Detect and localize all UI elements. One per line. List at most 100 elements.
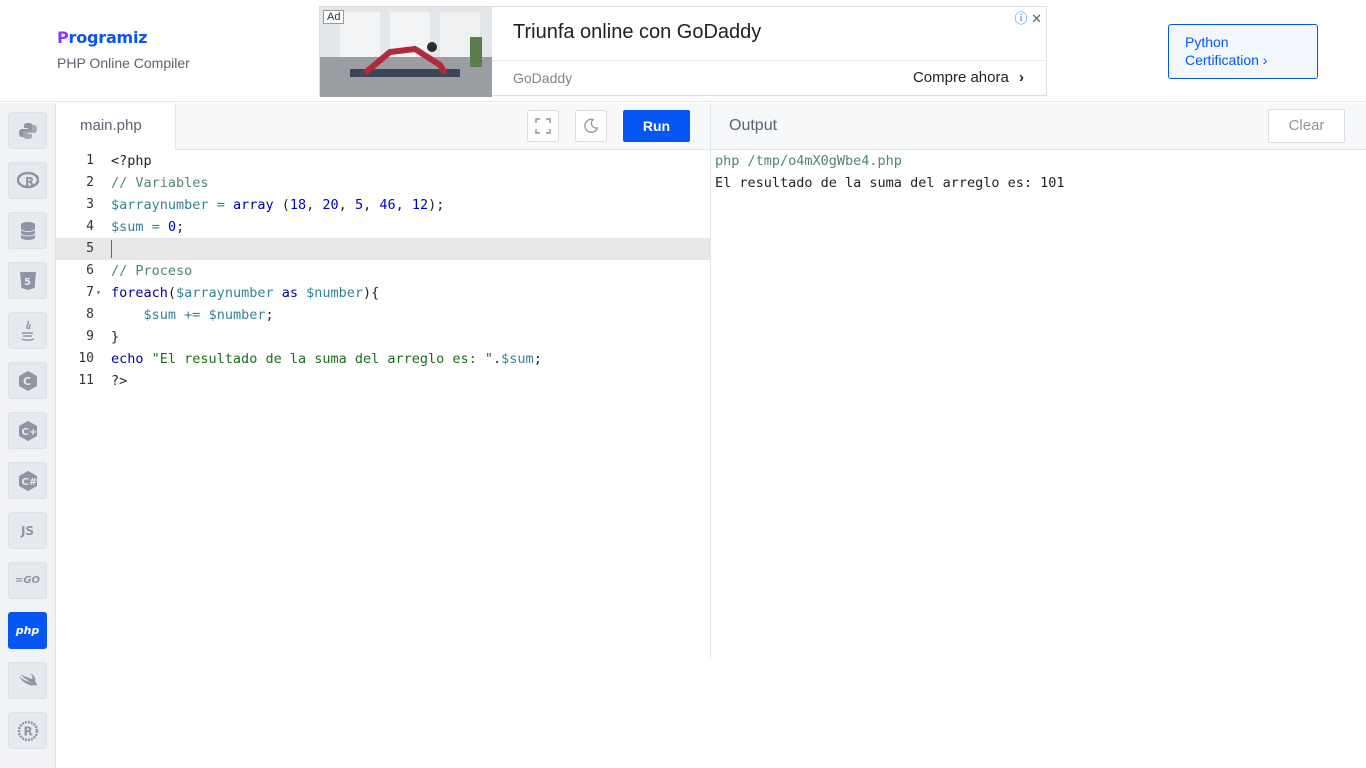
ad-label: Ad <box>323 10 345 24</box>
database-icon <box>20 221 35 240</box>
line-number: 3 <box>86 197 94 212</box>
fullscreen-icon <box>535 118 551 134</box>
cpp-icon: C+ <box>18 420 37 441</box>
html-language-button[interactable]: 5 <box>8 262 47 299</box>
code-line[interactable]: 10 echo "El resultado de la suma del arre… <box>56 348 710 370</box>
ad-cta-button[interactable]: Compre ahora › <box>913 69 1024 86</box>
ad-banner[interactable]: Ad Triunfa online con GoDaddy GoDaddy Co… <box>319 6 1047 97</box>
line-number: 1 <box>86 153 94 168</box>
swift-language-button[interactable] <box>8 662 47 699</box>
line-number: 5 <box>86 241 94 256</box>
php-language-button[interactable]: php <box>8 612 47 649</box>
svg-text:R: R <box>25 175 34 189</box>
moon-icon <box>584 118 599 133</box>
csharp-language-button[interactable]: C# <box>8 462 47 499</box>
svg-text:C: C <box>23 375 31 388</box>
code-line[interactable]: 7 ▾ foreach($arraynumber as $number){ <box>56 282 710 304</box>
html5-icon: 5 <box>19 271 36 290</box>
output-line: php /tmp/o4mX0gWbe4.php <box>715 153 902 169</box>
code-line[interactable]: 9} <box>56 326 710 348</box>
code-line[interactable]: 11 ?> <box>56 370 710 392</box>
ad-cta-label: Compre ahora <box>912 69 1009 86</box>
line-number: 7 <box>86 285 94 300</box>
code-editor[interactable]: 1 <?php 2 // Variables 3 $arraynumber = array… <box>56 150 710 658</box>
file-tab-main-php[interactable]: main.php <box>56 103 176 150</box>
rust-icon: R <box>17 720 38 741</box>
line-number: 9 <box>86 329 94 344</box>
output-line: El resultado de la suma del arreglo es: … <box>715 175 1065 191</box>
c-language-button[interactable]: C <box>8 362 47 399</box>
python-language-button[interactable] <box>8 112 47 149</box>
csharp-icon: C# <box>18 470 37 491</box>
php-icon: php <box>15 624 40 637</box>
language-sidebar: R 5 C C+ C# JS =GO php R <box>0 103 56 768</box>
c-icon: C <box>18 370 37 391</box>
line-number: 2 <box>86 175 94 190</box>
go-language-button[interactable]: =GO <box>8 562 47 599</box>
svg-text:R: R <box>23 724 32 738</box>
run-button[interactable]: Run <box>623 110 690 142</box>
page-footer-space <box>56 658 1366 768</box>
dark-mode-toggle[interactable] <box>575 110 607 142</box>
r-icon: R <box>16 171 39 189</box>
java-language-button[interactable] <box>8 312 47 349</box>
code-line[interactable]: 4 $sum = 0; <box>56 216 710 238</box>
fold-toggle-icon[interactable]: ▾ <box>96 282 101 304</box>
line-number: 11 <box>78 373 94 388</box>
sql-language-button[interactable] <box>8 212 47 249</box>
page-subtitle: PHP Online Compiler <box>57 55 190 71</box>
svg-text:C#: C# <box>21 477 37 488</box>
ad-divider <box>492 60 1046 61</box>
line-number: 8 <box>86 307 94 322</box>
code-text: foreach($arraynumber as $number){ <box>111 285 380 301</box>
swift-icon <box>18 672 37 687</box>
code-text: ?> <box>111 373 128 389</box>
code-text: // Variables <box>111 175 209 191</box>
rust-language-button[interactable]: R <box>8 712 47 749</box>
code-text: $sum += $number; <box>143 307 274 323</box>
programiz-logo[interactable]: Programiz PHP Online Compiler <box>57 28 190 71</box>
cert-label-line1: Python <box>1185 34 1229 50</box>
cert-label-line2: Certification › <box>1185 52 1268 68</box>
cpp-language-button[interactable]: C+ <box>8 412 47 449</box>
ad-image[interactable] <box>320 7 492 97</box>
info-icon[interactable]: ⓘ <box>1014 11 1027 26</box>
svg-text:C+: C+ <box>21 427 37 438</box>
logo-wordmark: Programiz <box>57 28 148 47</box>
output-console[interactable]: php /tmp/o4mX0gWbe4.php El resultado de l… <box>711 150 1366 658</box>
ad-headline[interactable]: Triunfa online con GoDaddy <box>513 21 761 44</box>
code-line[interactable]: 8 $sum += $number; <box>56 304 710 326</box>
code-line[interactable]: 1 <?php <box>56 150 710 172</box>
java-icon <box>21 320 34 341</box>
code-line[interactable]: 6 // Proceso <box>56 260 710 282</box>
svg-text:5: 5 <box>24 277 31 288</box>
text-cursor <box>111 240 112 258</box>
code-line[interactable]: 2 // Variables <box>56 172 710 194</box>
line-number: 6 <box>86 263 94 278</box>
ad-advertiser[interactable]: GoDaddy <box>513 70 572 86</box>
code-text: $sum = 0; <box>111 219 185 235</box>
fullscreen-button[interactable] <box>527 110 559 142</box>
javascript-language-button[interactable]: JS <box>8 512 47 549</box>
code-text: $arraynumber = array (18, 20, 5, 46, 12)… <box>111 197 445 213</box>
code-line[interactable]: 3 $arraynumber = array (18, 20, 5, 46, 12… <box>56 194 710 216</box>
output-title: Output <box>729 117 778 134</box>
code-line[interactable]: 5 <box>56 238 710 260</box>
clear-button[interactable]: Clear <box>1268 109 1345 143</box>
editor-toolbar: main.php Run <box>56 103 710 150</box>
r-language-button[interactable]: R <box>8 162 47 199</box>
close-icon[interactable]: ✕ <box>1031 11 1042 26</box>
code-text: } <box>111 329 120 345</box>
chevron-right-icon: › <box>1019 69 1024 86</box>
python-icon <box>18 122 37 139</box>
code-text: // Proceso <box>111 263 193 279</box>
python-certification-button[interactable]: Python Certification › <box>1168 24 1318 79</box>
line-number: 4 <box>86 219 94 234</box>
line-number: 10 <box>78 351 94 366</box>
code-text: <?php <box>111 153 152 169</box>
javascript-icon: JS <box>20 523 35 538</box>
top-bar: Programiz PHP Online Compiler Ad Triunfa… <box>0 0 1366 102</box>
ad-choices[interactable]: ⓘ ✕ <box>1014 8 1042 27</box>
code-text: echo "El resultado de la suma del arregl… <box>111 351 542 367</box>
output-toolbar: Output Clear <box>711 103 1366 150</box>
